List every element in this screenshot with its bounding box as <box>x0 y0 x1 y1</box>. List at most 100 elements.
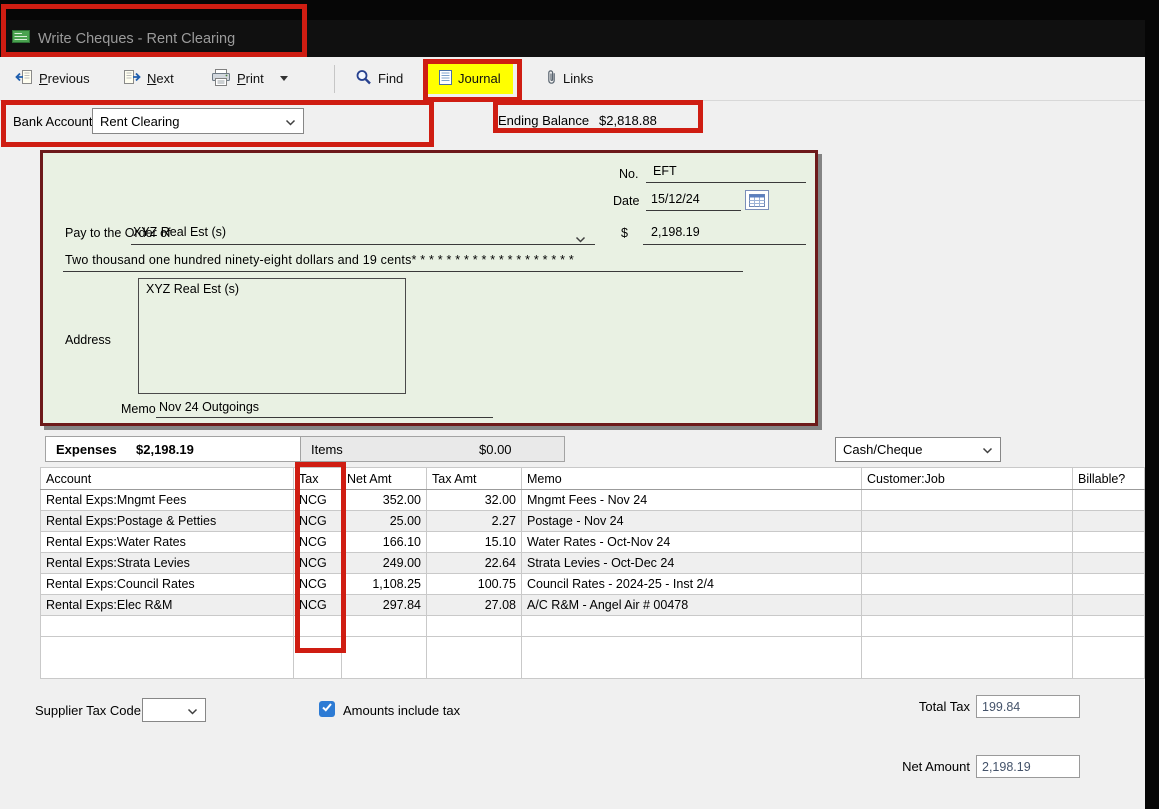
customer-job-cell[interactable] <box>861 552 1073 574</box>
empty-cell[interactable] <box>861 615 1073 637</box>
empty-cell[interactable] <box>521 636 862 679</box>
journal-icon <box>439 69 452 88</box>
empty-cell[interactable] <box>426 636 522 679</box>
tab-items[interactable]: Items $0.00 <box>300 436 565 462</box>
empty-cell[interactable] <box>1072 636 1145 679</box>
empty-cell[interactable] <box>40 636 294 679</box>
account-cell[interactable]: Rental Exps:Elec R&M <box>40 594 294 616</box>
tax-amt-cell[interactable]: 2.27 <box>426 510 522 532</box>
tax-cell[interactable]: NCG <box>293 573 342 595</box>
date-underline <box>646 210 741 211</box>
empty-cell[interactable] <box>341 615 427 637</box>
memo-cell[interactable]: Council Rates - 2024-25 - Inst 2/4 <box>521 573 862 595</box>
date-label: Date <box>613 194 640 208</box>
memo-cell[interactable]: Strata Levies - Oct-Dec 24 <box>521 552 862 574</box>
tax-amt-cell[interactable]: 22.64 <box>426 552 522 574</box>
chevron-down-icon[interactable] <box>285 114 296 129</box>
print-button[interactable]: Print <box>202 63 297 94</box>
memo-cell[interactable]: Postage - Nov 24 <box>521 510 862 532</box>
payment-method-dropdown[interactable]: Cash/Cheque <box>835 437 1001 462</box>
tax-amt-cell[interactable]: 15.10 <box>426 531 522 553</box>
table-row: Rental Exps:Council Rates NCG 1,108.25 1… <box>40 573 1145 595</box>
total-tax-field[interactable]: 199.84 <box>976 695 1080 718</box>
empty-cell[interactable] <box>293 615 342 637</box>
journal-button[interactable]: Journal <box>427 63 513 94</box>
billable-cell[interactable] <box>1072 531 1145 553</box>
cheque-no-field[interactable]: EFT <box>653 164 677 178</box>
memo-cell[interactable]: Water Rates - Oct-Nov 24 <box>521 531 862 553</box>
net-amount-field[interactable]: 2,198.19 <box>976 755 1080 778</box>
expense-table: Account Tax Net Amt Tax Amt Memo Custome… <box>40 467 1145 679</box>
payee-chevron-down-icon[interactable] <box>575 230 586 248</box>
date-field[interactable]: 15/12/24 <box>651 192 700 206</box>
memo-label: Memo <box>121 402 156 416</box>
billable-cell[interactable] <box>1072 552 1145 574</box>
cheque-no-underline <box>646 182 806 183</box>
table-row: Rental Exps:Mngmt Fees NCG 352.00 32.00 … <box>40 489 1145 511</box>
net-amt-cell[interactable]: 166.10 <box>341 531 427 553</box>
billable-cell[interactable] <box>1072 573 1145 595</box>
address-field[interactable]: XYZ Real Est (s) <box>138 278 406 394</box>
supplier-tax-code-dropdown[interactable] <box>142 698 206 722</box>
tax-cell[interactable]: NCG <box>293 552 342 574</box>
chevron-down-icon[interactable] <box>187 703 198 718</box>
tax-cell[interactable]: NCG <box>293 510 342 532</box>
amount-field[interactable]: 2,198.19 <box>651 225 700 239</box>
column-header-billable: Billable? <box>1072 467 1145 490</box>
account-cell[interactable]: Rental Exps:Mngmt Fees <box>40 489 294 511</box>
customer-job-cell[interactable] <box>861 489 1073 511</box>
paperclip-icon <box>546 69 557 88</box>
customer-job-cell[interactable] <box>861 594 1073 616</box>
empty-cell[interactable] <box>1072 615 1145 637</box>
print-dropdown-caret-icon[interactable] <box>279 76 288 81</box>
account-cell[interactable]: Rental Exps:Strata Levies <box>40 552 294 574</box>
empty-cell[interactable] <box>521 615 862 637</box>
account-cell[interactable]: Rental Exps:Water Rates <box>40 531 294 553</box>
expenses-tab-total: $2,198.19 <box>136 442 194 457</box>
cheque-icon <box>12 29 30 48</box>
chevron-down-icon[interactable] <box>982 442 993 457</box>
tax-amt-cell[interactable]: 27.08 <box>426 594 522 616</box>
empty-cell[interactable] <box>861 636 1073 679</box>
net-amt-cell[interactable]: 297.84 <box>341 594 427 616</box>
memo-cell[interactable]: Mngmt Fees - Nov 24 <box>521 489 862 511</box>
customer-job-cell[interactable] <box>861 573 1073 595</box>
memo-underline <box>156 417 493 418</box>
customer-job-cell[interactable] <box>861 510 1073 532</box>
bank-account-dropdown[interactable]: Rent Clearing <box>92 108 304 134</box>
empty-table-row <box>40 636 1145 679</box>
address-label: Address <box>65 333 111 347</box>
next-icon <box>123 69 141 88</box>
next-button[interactable]: Next <box>114 63 183 94</box>
customer-job-cell[interactable] <box>861 531 1073 553</box>
account-cell[interactable]: Rental Exps:Postage & Petties <box>40 510 294 532</box>
account-cell[interactable]: Rental Exps:Council Rates <box>40 573 294 595</box>
billable-cell[interactable] <box>1072 510 1145 532</box>
amounts-include-tax-checkbox[interactable] <box>319 701 335 717</box>
tax-cell[interactable]: NCG <box>293 489 342 511</box>
tax-cell[interactable]: NCG <box>293 594 342 616</box>
billable-cell[interactable] <box>1072 489 1145 511</box>
memo-field[interactable]: Nov 24 Outgoings <box>159 400 259 414</box>
tax-amt-cell[interactable]: 32.00 <box>426 489 522 511</box>
net-amt-cell[interactable]: 1,108.25 <box>341 573 427 595</box>
find-button[interactable]: Find <box>346 63 412 94</box>
tab-expenses[interactable]: Expenses $2,198.19 <box>45 436 301 462</box>
empty-cell[interactable] <box>426 615 522 637</box>
empty-cell[interactable] <box>40 615 294 637</box>
links-button[interactable]: Links <box>537 63 602 94</box>
empty-cell[interactable] <box>341 636 427 679</box>
empty-cell[interactable] <box>293 636 342 679</box>
memo-cell[interactable]: A/C R&M - Angel Air # 00478 <box>521 594 862 616</box>
total-tax-label: Total Tax <box>918 699 970 714</box>
calendar-icon[interactable] <box>745 190 769 210</box>
net-amt-cell[interactable]: 352.00 <box>341 489 427 511</box>
tax-cell[interactable]: NCG <box>293 531 342 553</box>
billable-cell[interactable] <box>1072 594 1145 616</box>
column-header-memo: Memo <box>521 467 862 490</box>
net-amt-cell[interactable]: 25.00 <box>341 510 427 532</box>
previous-button[interactable]: Previous <box>6 63 99 94</box>
payee-field[interactable]: XYZ Real Est (s) <box>133 225 226 239</box>
tax-amt-cell[interactable]: 100.75 <box>426 573 522 595</box>
net-amt-cell[interactable]: 249.00 <box>341 552 427 574</box>
